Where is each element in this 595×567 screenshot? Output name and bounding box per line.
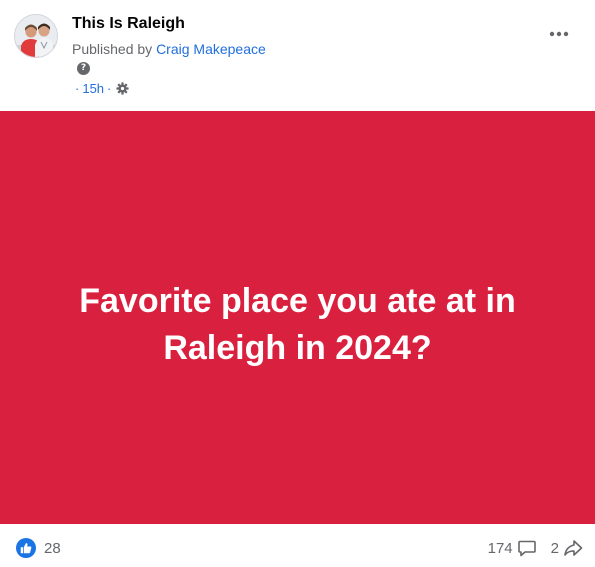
- reaction-count: 28: [44, 539, 61, 557]
- like-icon: [16, 538, 36, 558]
- post-meta: · 15h ·: [72, 81, 129, 96]
- more-horizontal-icon: [549, 31, 569, 37]
- author-link[interactable]: Craig Makepeace: [156, 41, 266, 57]
- post-body-line: Favorite place you ate at in: [79, 282, 516, 320]
- share-icon: [564, 540, 583, 556]
- post-body-text: Favorite place you ate at in Raleigh in …: [40, 278, 555, 372]
- published-by-label: Published by: [72, 41, 153, 57]
- share-count: 2: [550, 539, 559, 557]
- shares-count-button[interactable]: 2: [551, 538, 583, 558]
- post-timestamp[interactable]: 15h: [82, 81, 104, 96]
- post-body-line: Raleigh in 2024?: [163, 329, 432, 367]
- post-card: This Is Raleigh Published by Craig Makep…: [0, 0, 595, 567]
- page-avatar[interactable]: [14, 14, 58, 58]
- separator-dot: ·: [107, 81, 112, 96]
- avatar-photo: [15, 15, 57, 57]
- separator-dot: ·: [75, 81, 80, 96]
- comment-icon: [517, 540, 536, 557]
- reactions-summary[interactable]: 28: [16, 538, 61, 558]
- post-footer: 28 174 2: [0, 524, 595, 567]
- engagement-stats: 174 2: [488, 538, 583, 558]
- comments-count-button[interactable]: 174: [488, 538, 537, 558]
- more-options-button[interactable]: [546, 24, 572, 44]
- gear-icon[interactable]: [116, 82, 129, 95]
- help-icon[interactable]: ?: [77, 62, 90, 75]
- comment-count: 174: [487, 539, 513, 557]
- post-header: This Is Raleigh Published by Craig Makep…: [0, 0, 595, 110]
- published-by-line: Published by Craig Makepeace: [72, 41, 266, 57]
- page-name-link[interactable]: This Is Raleigh: [72, 15, 185, 33]
